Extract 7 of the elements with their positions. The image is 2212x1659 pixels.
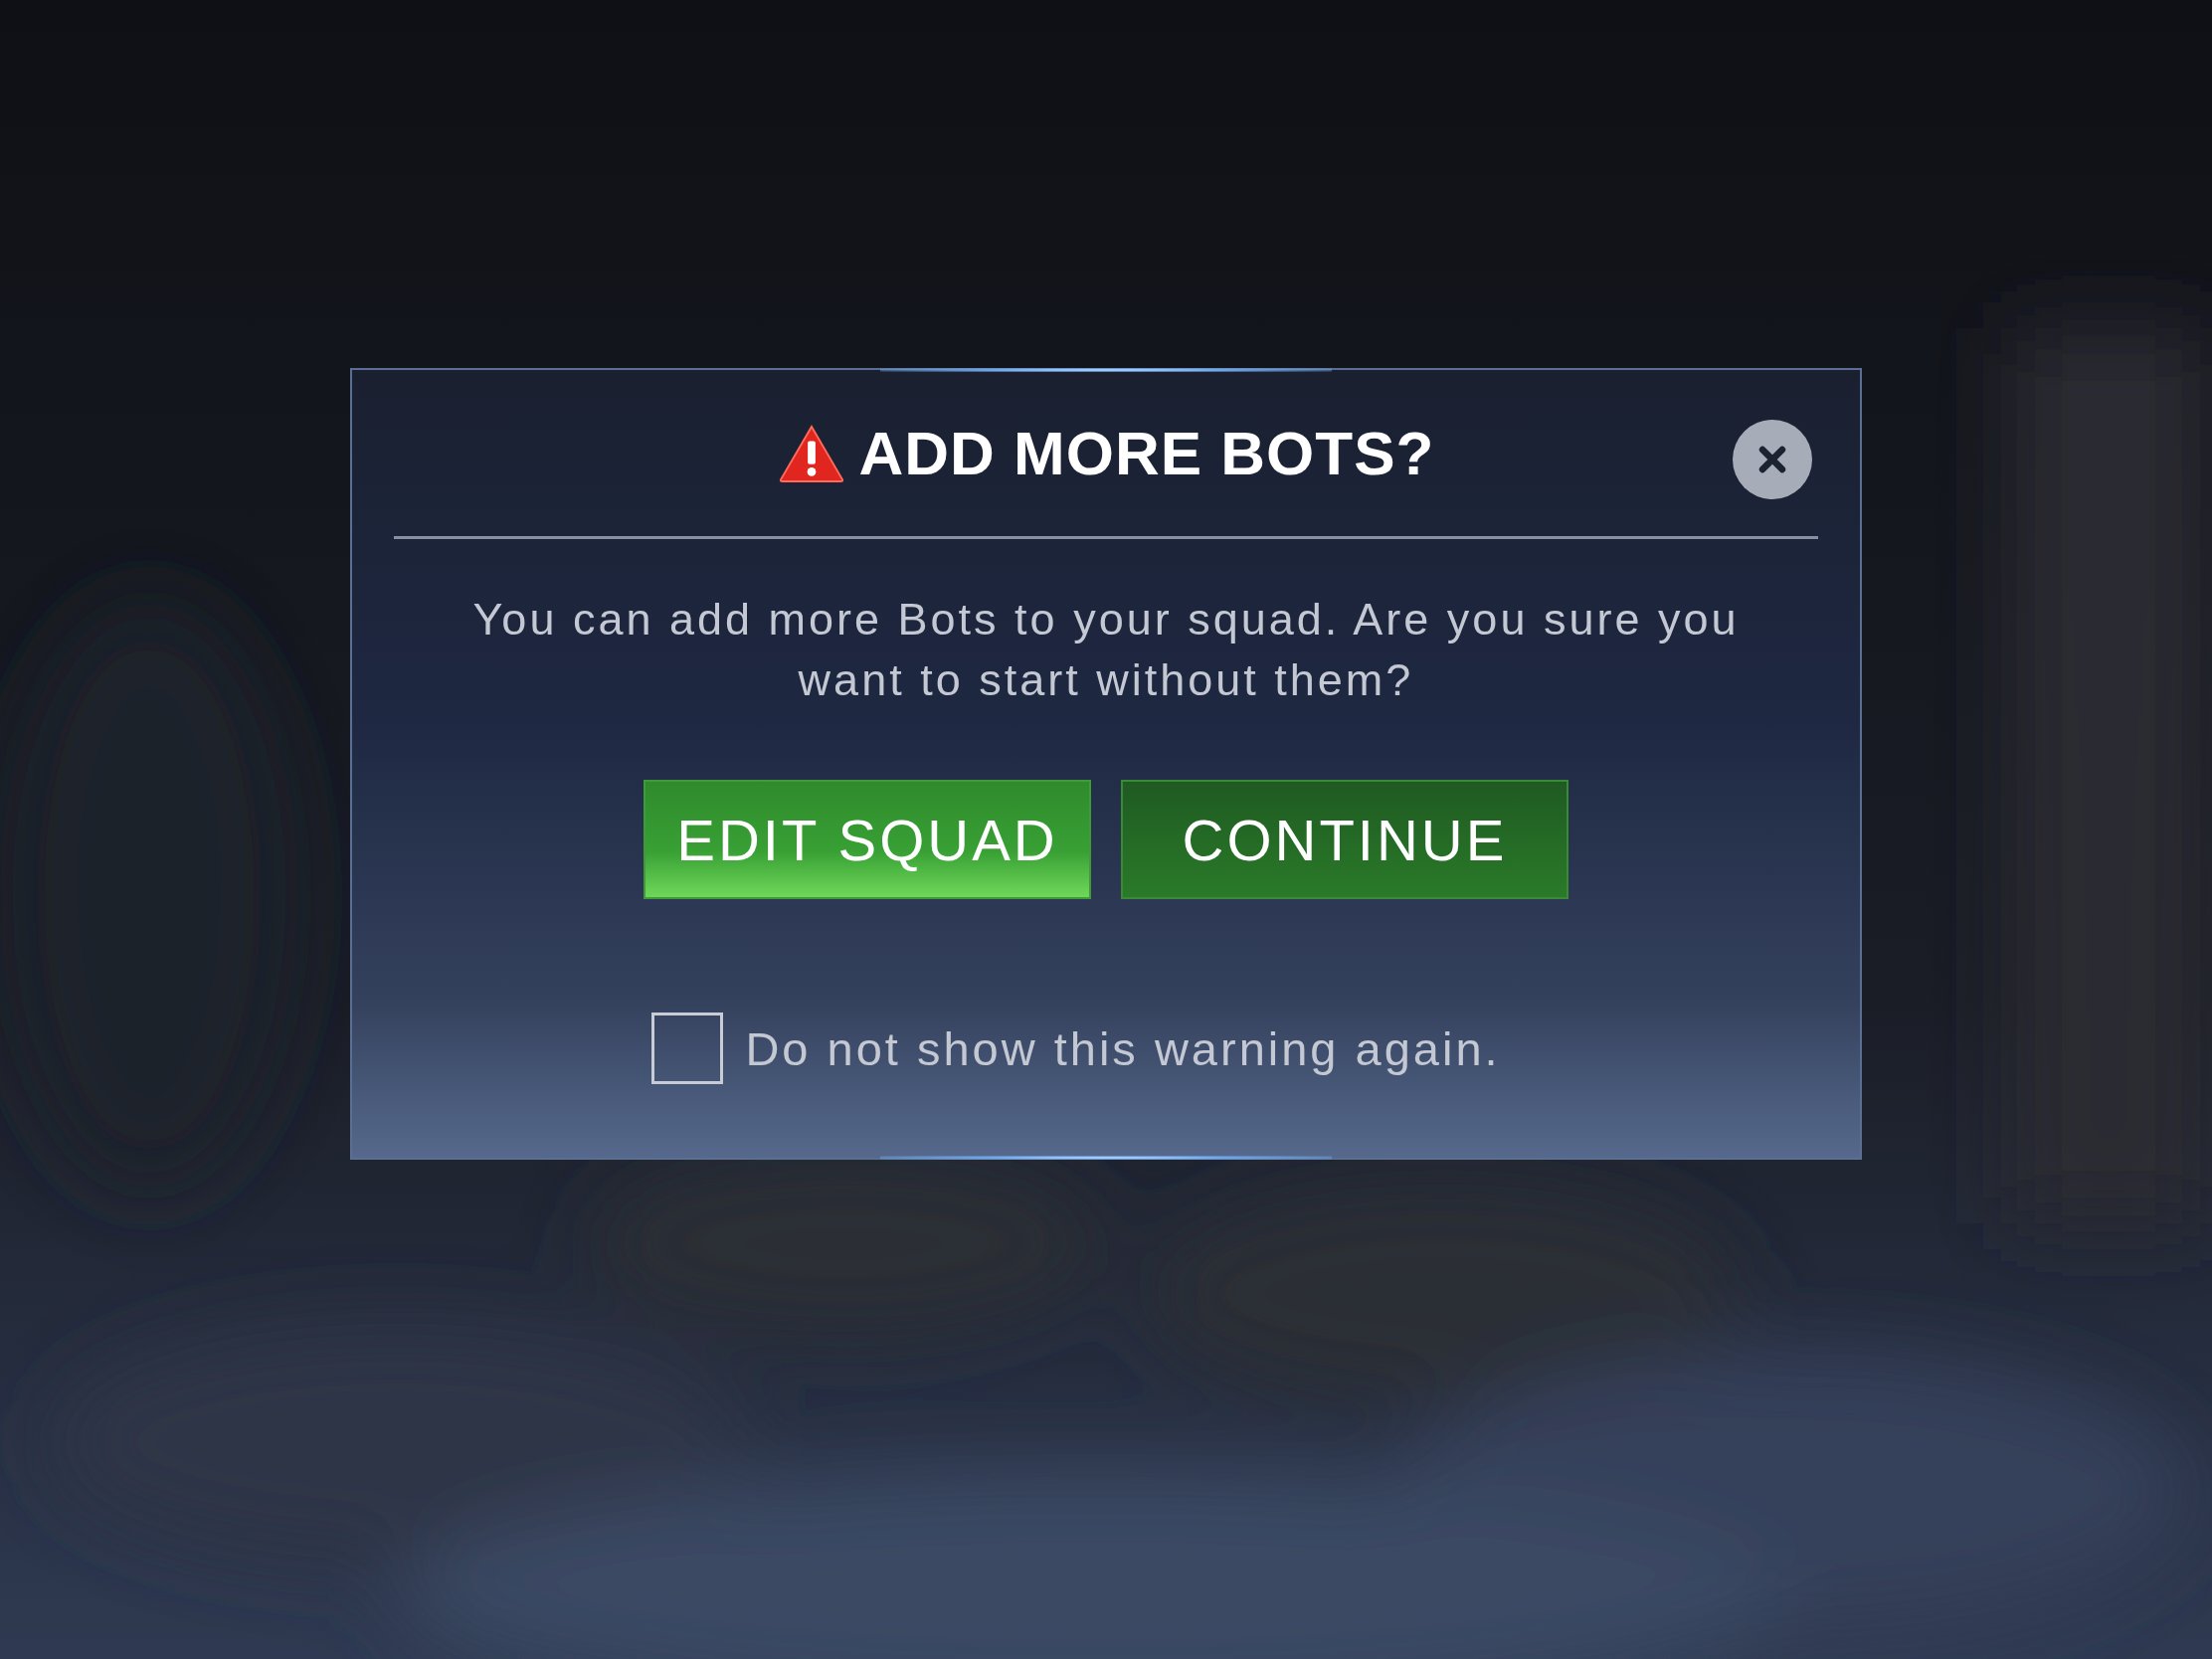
checkbox-label: Do not show this warning again. — [745, 1020, 1501, 1076]
warning-icon — [777, 423, 845, 483]
dialog-message: You can add more Bots to your squad. Are you sure you want to start without them? — [471, 593, 1741, 707]
dialog-title: ADD MORE BOTS? — [858, 418, 1435, 488]
checkbox[interactable] — [651, 1013, 724, 1084]
continue-button[interactable]: CONTINUE — [1121, 780, 1568, 899]
edit-button[interactable]: EDIT SQUAD — [644, 780, 1091, 899]
